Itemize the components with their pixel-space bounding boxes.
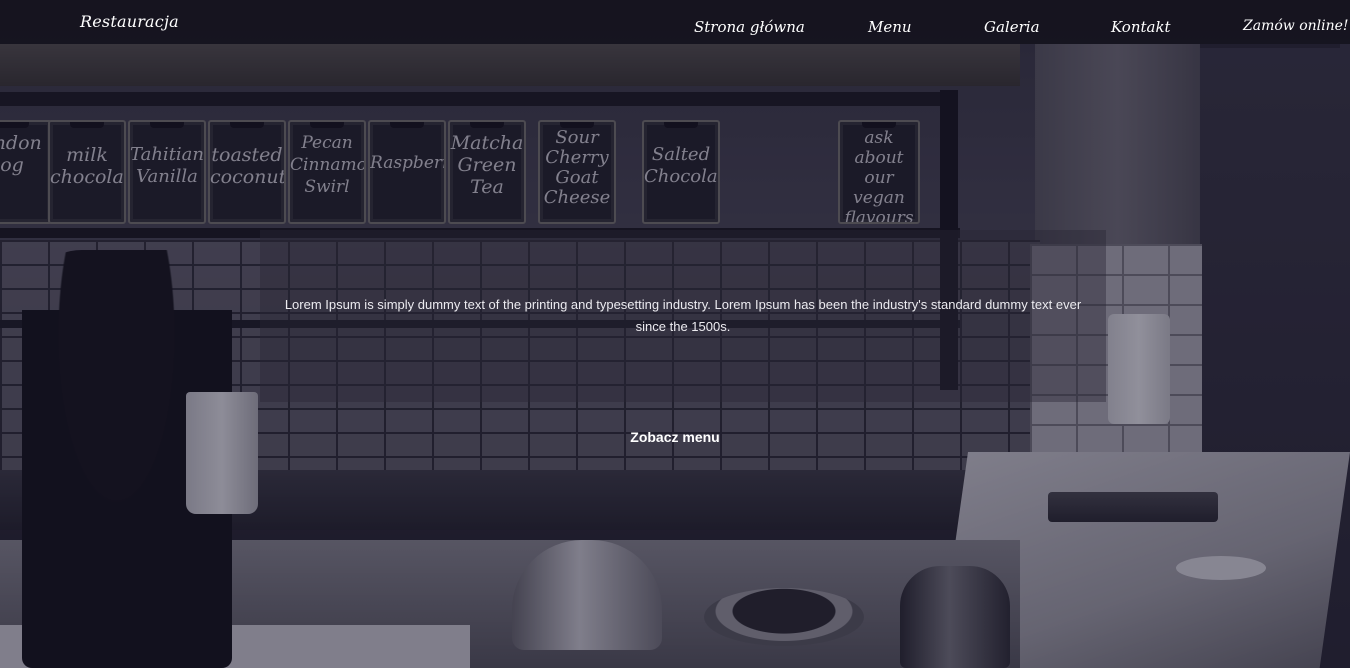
page: ondon og milk chocolate Tahitian Vanilla…: [0, 0, 1350, 668]
nav-link-menu[interactable]: Menu: [868, 18, 912, 36]
navbar: Restauracja Strona główna Menu Galeria K…: [0, 0, 1350, 44]
brand-logo-link[interactable]: Restauracja: [80, 12, 179, 31]
nav-link-order-online[interactable]: Zamów online!: [1243, 18, 1349, 34]
nav-link-gallery[interactable]: Galeria: [984, 18, 1040, 36]
see-menu-button[interactable]: Zobacz menu: [620, 424, 730, 450]
nav-link-contact[interactable]: Kontakt: [1111, 18, 1171, 36]
intro-text: Lorem Ipsum is simply dummy text of the …: [284, 297, 1082, 334]
nav-link-home[interactable]: Strona główna: [694, 18, 805, 36]
nav-shadow: [1200, 44, 1340, 48]
